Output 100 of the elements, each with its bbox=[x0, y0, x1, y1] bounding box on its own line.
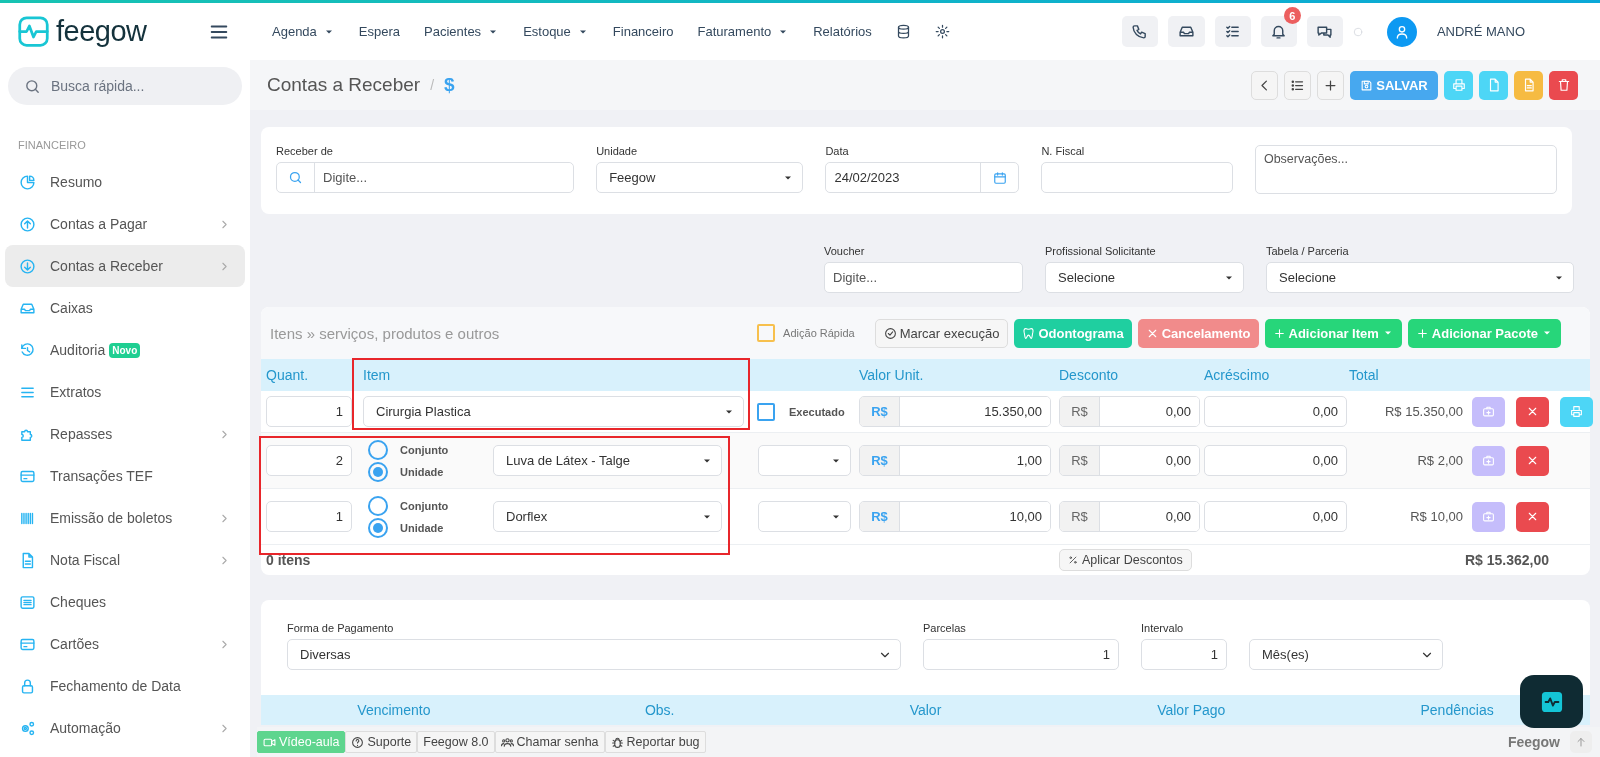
search-field[interactable]: Busca rápida... bbox=[8, 67, 242, 105]
sidebar-item[interactable]: Resumo bbox=[5, 161, 245, 203]
logo-text: feegow bbox=[56, 15, 147, 48]
print-button[interactable] bbox=[1560, 396, 1593, 427]
document-button[interactable] bbox=[1479, 70, 1508, 100]
surcharge-field[interactable]: 0,00 bbox=[1204, 396, 1347, 427]
nav-link[interactable]: Faturamento bbox=[697, 24, 790, 39]
nav-link[interactable]: Relatórios bbox=[813, 24, 872, 39]
sidebar-item[interactable]: Nota Fiscal bbox=[5, 539, 245, 581]
scroll-top-button[interactable] bbox=[1570, 731, 1592, 753]
apply-discounts-button[interactable]: Aplicar Descontos bbox=[1059, 549, 1192, 571]
radio-button[interactable] bbox=[368, 439, 388, 460]
unit-value-field[interactable]: 1,00 bbox=[900, 446, 1050, 475]
tasks-button[interactable] bbox=[1214, 16, 1251, 47]
user-name[interactable]: ANDRÉ MANO bbox=[1436, 24, 1525, 39]
select-field[interactable]: Selecione bbox=[1266, 262, 1574, 293]
select-field[interactable]: Mês(es) bbox=[1249, 639, 1443, 670]
sidebar-item[interactable]: Emissão de boletos bbox=[5, 497, 245, 539]
quick-add-checkbox[interactable]: Adição Rápida bbox=[757, 324, 855, 342]
footer-button[interactable]: Feegow 8.0 bbox=[417, 731, 495, 753]
radio-label: Conjunto bbox=[400, 443, 449, 456]
text-field[interactable]: Digite... bbox=[824, 262, 1023, 293]
chat-button[interactable] bbox=[1306, 16, 1343, 47]
nav-link[interactable]: Financeiro bbox=[612, 24, 674, 39]
avatar-button[interactable] bbox=[1386, 16, 1417, 47]
kit-button[interactable] bbox=[1472, 396, 1505, 427]
unit-value-field[interactable]: R$ 15.350,00 bbox=[859, 396, 1051, 427]
quantity-field[interactable]: 1 bbox=[266, 396, 352, 427]
lock-icon bbox=[19, 677, 36, 695]
sidebar-item[interactable]: Automação bbox=[5, 707, 245, 749]
nav-link[interactable]: Agenda bbox=[272, 24, 335, 39]
radio-button[interactable] bbox=[368, 495, 388, 516]
item-select[interactable]: Dorflex bbox=[493, 501, 722, 532]
number-field[interactable]: 1 bbox=[1141, 639, 1227, 670]
discount-field[interactable]: R$ 0,00 bbox=[1059, 445, 1200, 476]
action-button[interactable]: Marcar execução bbox=[874, 318, 1009, 348]
back-button[interactable] bbox=[1251, 70, 1278, 100]
column-header: Desconto bbox=[1059, 367, 1120, 383]
kit-button[interactable] bbox=[1472, 445, 1505, 476]
footer-button[interactable]: Suporte bbox=[345, 731, 418, 753]
surcharge-field[interactable]: 0,00 bbox=[1204, 445, 1347, 476]
arrow-up-circle-icon bbox=[19, 215, 36, 233]
sidebar-item[interactable]: Cheques bbox=[5, 581, 245, 623]
search-field[interactable]: Busca rápida... bbox=[51, 71, 232, 101]
select-field[interactable]: Diversas bbox=[287, 639, 901, 670]
database-button[interactable] bbox=[895, 24, 911, 39]
settings-button[interactable] bbox=[934, 24, 950, 39]
arrow-down-circle-icon bbox=[19, 257, 36, 275]
item-select[interactable]: Cirurgia Plastica bbox=[363, 396, 744, 427]
footer-button[interactable]: Reportar bug bbox=[604, 731, 706, 753]
unit-value-field[interactable]: R$ 10,00 bbox=[859, 501, 1051, 532]
sidebar-item[interactable]: Fechamento de Data bbox=[5, 665, 245, 707]
quantity-field[interactable]: 2 bbox=[266, 445, 352, 476]
number-field[interactable]: 1 bbox=[923, 639, 1119, 670]
remove-button[interactable] bbox=[1516, 501, 1549, 532]
add-button[interactable] bbox=[1317, 70, 1344, 100]
footer-button[interactable]: Chamar senha bbox=[494, 731, 605, 753]
inbox-button[interactable] bbox=[1167, 16, 1205, 47]
unit-value-field[interactable]: R$ 1,00 bbox=[859, 445, 1051, 476]
sidebar-item[interactable]: Transações TEF bbox=[5, 455, 245, 497]
field-label: Receber de bbox=[276, 145, 334, 157]
delete-button[interactable] bbox=[1549, 70, 1578, 100]
medical-kit-icon bbox=[1482, 405, 1495, 418]
radio-button[interactable] bbox=[368, 461, 388, 482]
surcharge-field[interactable]: 0,00 bbox=[1204, 501, 1347, 532]
sidebar-item[interactable]: Contas a Receber bbox=[5, 245, 245, 287]
sidebar-item[interactable]: Auditoria Novo bbox=[5, 329, 245, 371]
executed-checkbox[interactable] bbox=[757, 402, 775, 421]
chat-widget-button[interactable] bbox=[1520, 675, 1583, 728]
text-field[interactable] bbox=[1041, 162, 1233, 193]
notification-badge: 6 bbox=[1283, 7, 1301, 24]
search-field[interactable]: Digite... bbox=[276, 162, 575, 193]
nav-link[interactable]: Pacientes bbox=[424, 24, 500, 39]
sidebar-item[interactable]: Repasses bbox=[5, 413, 245, 455]
nav-link[interactable]: Estoque bbox=[523, 24, 589, 39]
nav-link[interactable]: Espera bbox=[358, 24, 401, 39]
section-title: Itens » serviços, produtos e outros bbox=[270, 324, 501, 342]
notes-field[interactable]: Observações... bbox=[1254, 145, 1557, 194]
sidebar-item[interactable]: Extratos bbox=[5, 371, 245, 413]
select-field[interactable]: Feegow bbox=[596, 162, 804, 193]
list-button[interactable] bbox=[1284, 70, 1311, 100]
print-button[interactable] bbox=[1444, 70, 1473, 100]
sidebar-item[interactable]: Caixas bbox=[5, 287, 245, 329]
sidebar-item[interactable]: Contas a Pagar bbox=[5, 203, 245, 245]
discount-field[interactable]: 0,00 bbox=[1100, 446, 1199, 475]
kit-button[interactable] bbox=[1472, 501, 1505, 532]
remove-button[interactable] bbox=[1516, 445, 1549, 476]
sidebar-item[interactable]: Cartões bbox=[5, 623, 245, 665]
select-field[interactable]: Selecione bbox=[1045, 262, 1244, 293]
field-label: N. Fiscal bbox=[1041, 145, 1086, 157]
grand-total: R$ 15.362,00 bbox=[1463, 552, 1549, 568]
item-select[interactable]: Luva de Látex - Talge bbox=[493, 445, 722, 476]
quantity-field[interactable]: 1 bbox=[266, 501, 352, 532]
remove-button[interactable] bbox=[1516, 396, 1549, 427]
phone-button[interactable] bbox=[1121, 16, 1158, 47]
discount-field[interactable]: R$ 0,00 bbox=[1059, 396, 1200, 427]
radio-button[interactable] bbox=[368, 517, 388, 538]
discount-field[interactable]: R$ 0,00 bbox=[1059, 501, 1200, 532]
document-button[interactable] bbox=[1514, 70, 1543, 100]
date-field[interactable]: 24/02/2023 bbox=[825, 162, 1020, 193]
